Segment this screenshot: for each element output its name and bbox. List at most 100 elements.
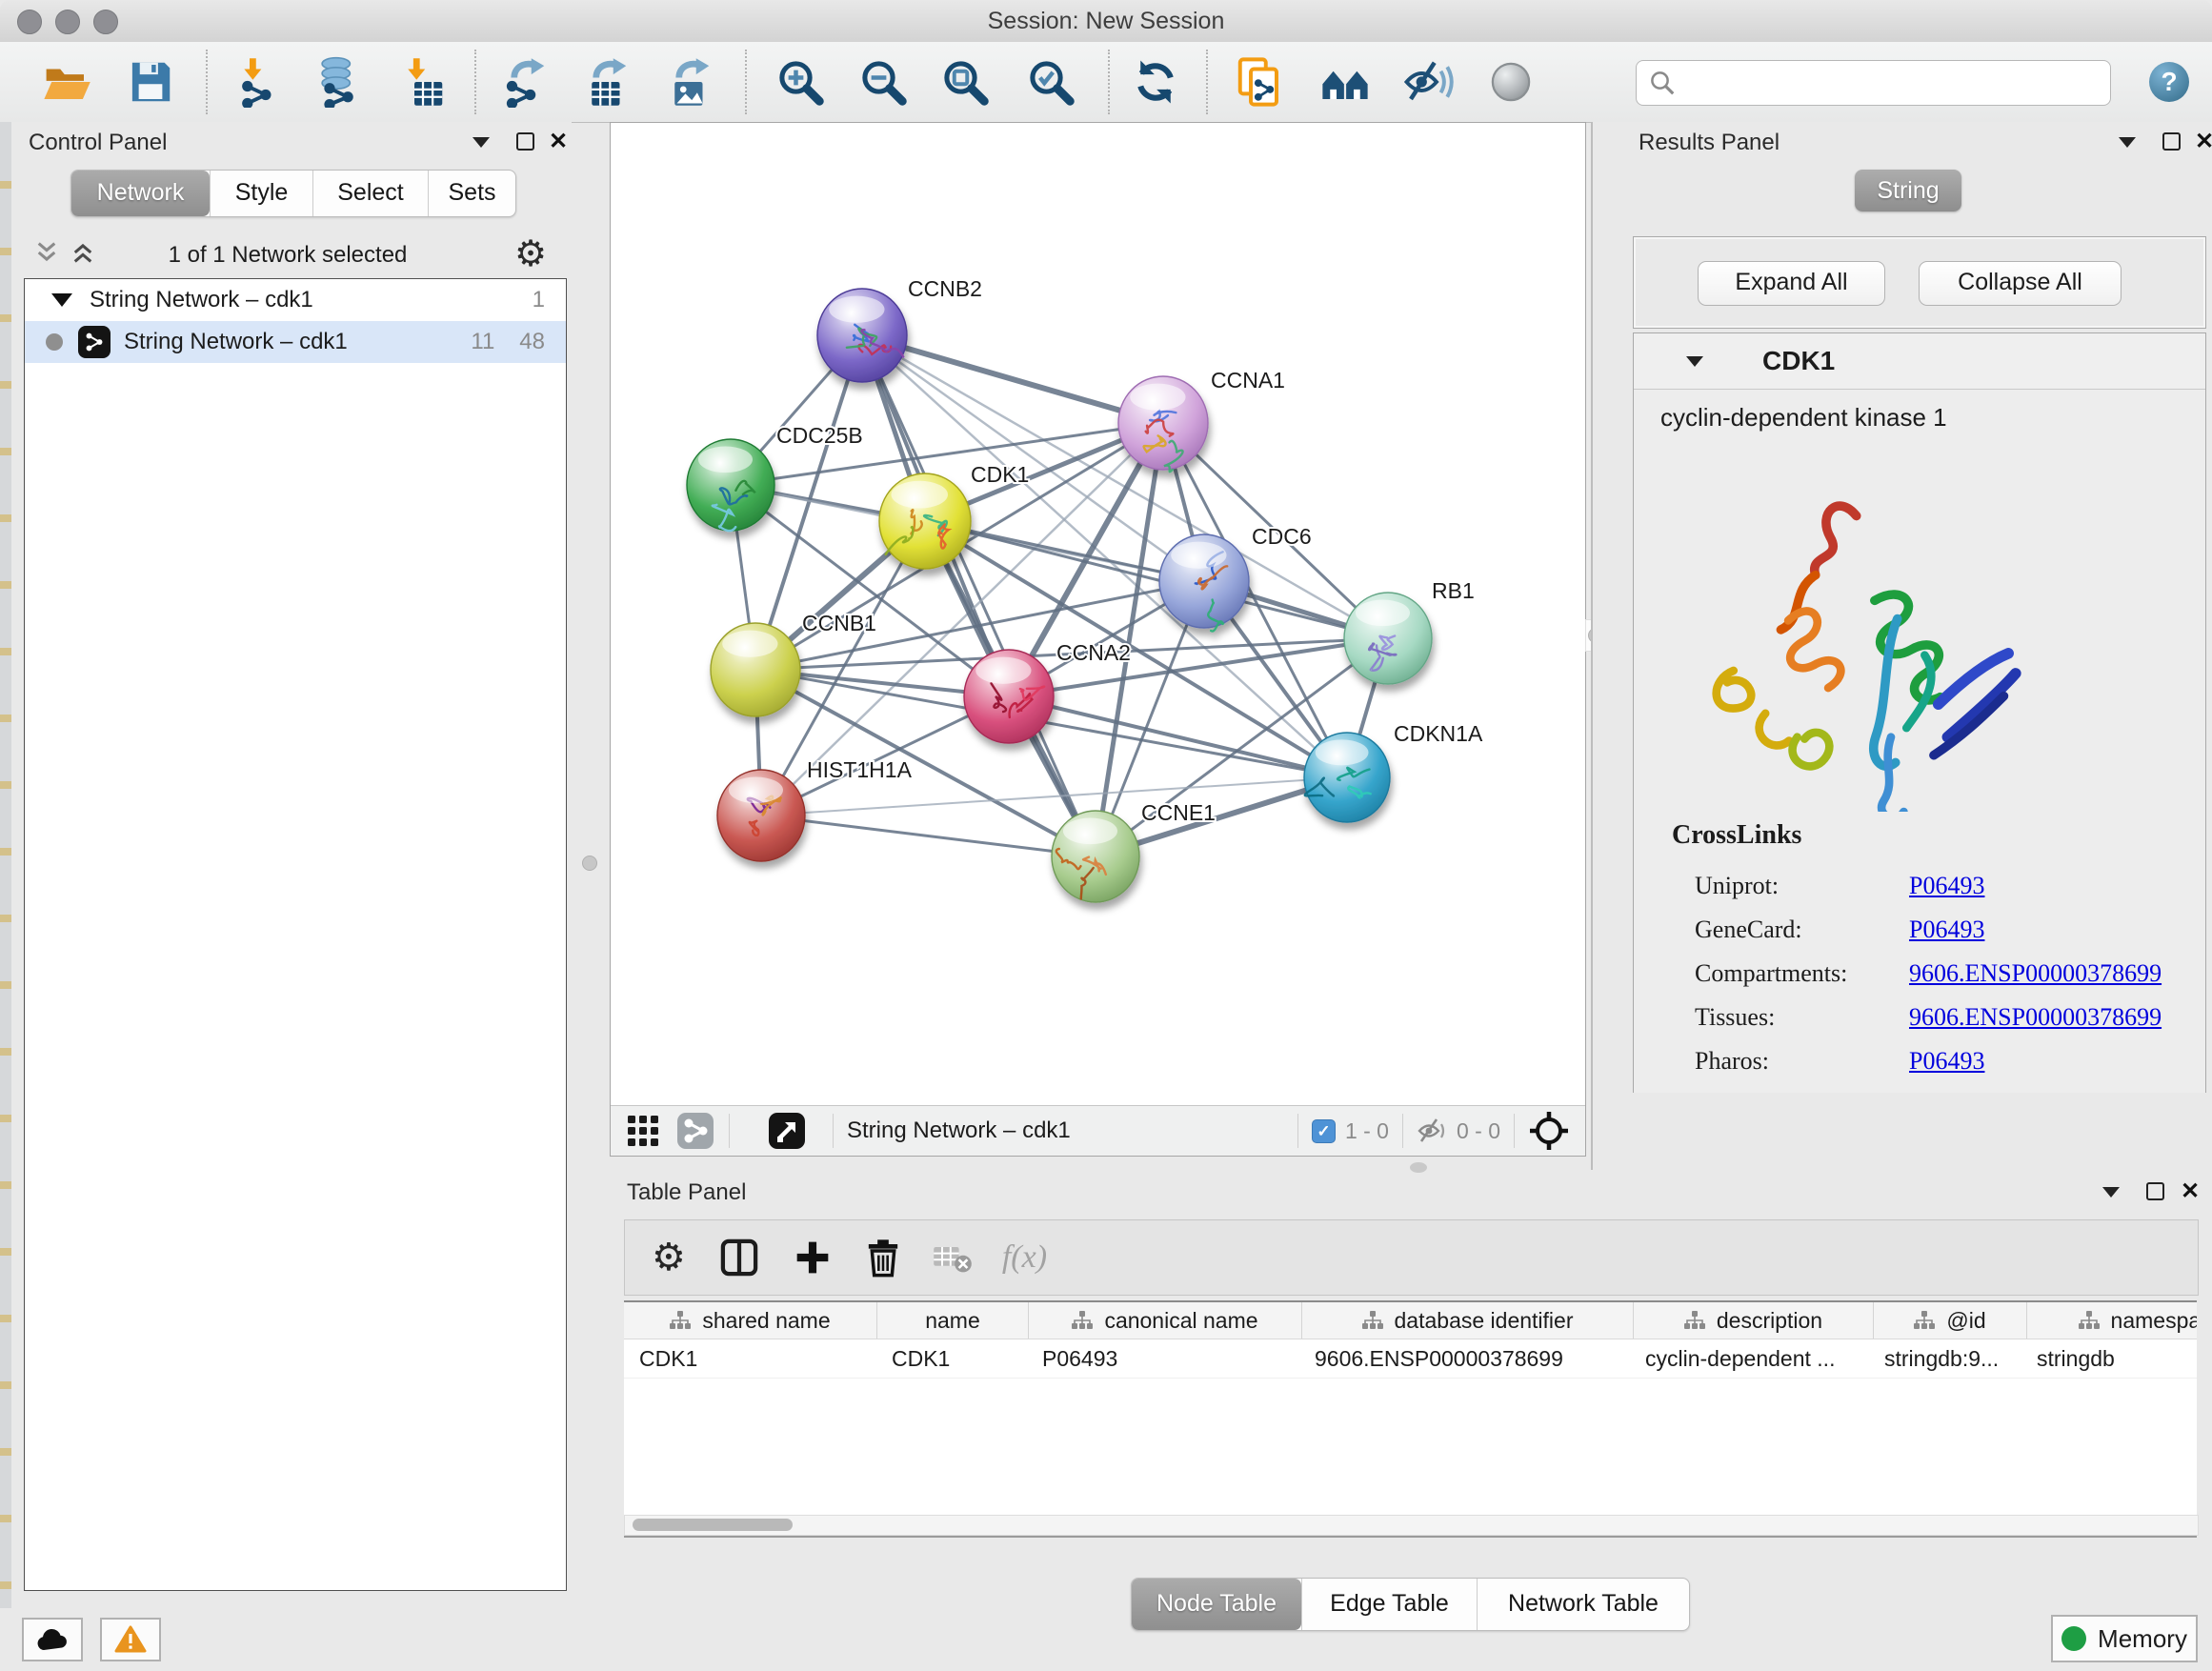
help-button[interactable]: ?	[2149, 62, 2189, 102]
panel-collapse-icon[interactable]	[2102, 1187, 2120, 1198]
zoom-selected-icon[interactable]	[1025, 56, 1076, 108]
table-cell[interactable]: CDK1	[624, 1339, 876, 1378]
tab-sets[interactable]: Sets	[428, 171, 515, 216]
search-input[interactable]	[1677, 63, 2110, 103]
network-node-CCNB1[interactable]	[711, 623, 800, 716]
table-cell[interactable]: CDK1	[876, 1339, 1027, 1378]
tab-edge-table[interactable]: Edge Table	[1301, 1579, 1477, 1630]
refresh-icon[interactable]	[1130, 56, 1181, 108]
show-columns-icon[interactable]	[718, 1237, 760, 1278]
crosslink-uniprot-link[interactable]: P06493	[1909, 872, 1984, 900]
table-cell[interactable]: cyclin-dependent ...	[1630, 1339, 1869, 1378]
table-cell[interactable]: P06493	[1027, 1339, 1299, 1378]
hidden-eye-icon[interactable]	[1417, 1117, 1449, 1145]
network-options-gear-icon[interactable]: ⚙	[514, 232, 547, 275]
network-node-CDC25B[interactable]	[687, 439, 774, 531]
protein-collapse-caret-icon[interactable]	[1686, 356, 1703, 367]
export-network-icon[interactable]	[499, 56, 551, 108]
collapse-all-networks-icon[interactable]	[34, 240, 59, 265]
panel-float-icon[interactable]	[2162, 132, 2181, 151]
clone-network-icon[interactable]	[1234, 56, 1285, 108]
expand-all-button[interactable]: Expand All	[1698, 261, 1885, 306]
string-home-icon[interactable]	[1319, 56, 1371, 108]
network-node-HIST1H1A[interactable]	[717, 770, 805, 861]
network-node-CCNB2[interactable]	[817, 289, 907, 382]
zoom-fit-icon[interactable]	[939, 56, 991, 108]
birds-eye-crosshair-icon[interactable]	[1528, 1110, 1570, 1152]
table-cell[interactable]: 9606.ENSP00000378699	[1299, 1339, 1630, 1378]
table-options-gear-icon[interactable]: ⚙	[652, 1236, 686, 1279]
network-node-CDK1[interactable]	[879, 473, 971, 569]
cloud-status-button[interactable]	[22, 1618, 83, 1661]
tab-select[interactable]: Select	[312, 171, 428, 216]
column-header-shared-name[interactable]: shared name	[624, 1302, 877, 1339]
panel-float-icon[interactable]	[2146, 1182, 2164, 1200]
protein-header-row[interactable]: CDK1	[1634, 333, 2205, 390]
table-cell[interactable]: stringdb:9...	[1869, 1339, 2021, 1378]
tab-string[interactable]: String	[1855, 170, 1961, 211]
network-node-RB1[interactable]	[1344, 593, 1432, 684]
crosslink-genecard-link[interactable]: P06493	[1909, 916, 1984, 944]
network-edge-HIST1H1A-CCNE1[interactable]	[761, 815, 1096, 856]
tab-node-table[interactable]: Node Table	[1132, 1579, 1301, 1630]
network-badge-icon[interactable]	[675, 1111, 715, 1151]
expand-all-networks-icon[interactable]	[70, 240, 95, 265]
function-builder-icon[interactable]: f(x)	[1002, 1239, 1047, 1276]
crosslink-pharos-link[interactable]: P06493	[1909, 1047, 1984, 1076]
tab-style[interactable]: Style	[210, 171, 312, 216]
delete-column-trash-icon[interactable]	[863, 1238, 903, 1278]
hide-glass-eye-icon[interactable]	[1402, 56, 1454, 108]
scrollbar-thumb[interactable]	[633, 1519, 793, 1531]
collapse-all-button[interactable]: Collapse All	[1919, 261, 2122, 306]
panel-float-icon[interactable]	[516, 132, 534, 151]
table-horizontal-scrollbar[interactable]	[624, 1515, 2199, 1536]
import-table-icon[interactable]	[397, 56, 449, 108]
export-image-icon[interactable]	[664, 56, 715, 108]
network-edge-CCNB2-CCNA1[interactable]	[862, 335, 1163, 423]
network-node-CCNA1[interactable]	[1118, 376, 1208, 472]
open-in-new-icon[interactable]	[768, 1112, 806, 1150]
column-header-@id[interactable]: @id	[1874, 1302, 2027, 1339]
panel-collapse-icon[interactable]	[473, 137, 490, 148]
memory-button[interactable]: Memory	[2051, 1615, 2198, 1662]
tab-network[interactable]: Network	[71, 171, 210, 216]
network-collection-row[interactable]: String Network – cdk1 1	[25, 279, 566, 321]
panel-collapse-icon[interactable]	[2119, 137, 2136, 148]
network-node-CCNA2[interactable]	[964, 650, 1054, 743]
warning-status-button[interactable]	[100, 1618, 161, 1661]
zoom-out-icon[interactable]	[857, 56, 909, 108]
horizontal-splitter-handle[interactable]	[1410, 1162, 1427, 1173]
import-network-icon[interactable]	[232, 56, 284, 108]
crosslink-compartments-link[interactable]: 9606.ENSP00000378699	[1909, 959, 2162, 988]
network-canvas[interactable]: CCNB2CCNA1CDC25BCDK1CDC6RB1CCNB1CCNA2CDK…	[611, 123, 1583, 1105]
tree-expand-caret-icon[interactable]	[51, 293, 72, 307]
column-header-name[interactable]: name	[877, 1302, 1029, 1339]
import-network-from-database-icon[interactable]	[312, 56, 364, 108]
column-header-description[interactable]: description	[1634, 1302, 1874, 1339]
table-cell[interactable]: stringdb	[2021, 1339, 2197, 1378]
network-node-CDC6[interactable]	[1159, 534, 1249, 632]
column-header-canonical-name[interactable]: canonical name	[1029, 1302, 1302, 1339]
panel-close-icon[interactable]: ✕	[549, 132, 568, 151]
crosslink-tissues-link[interactable]: 9606.ENSP00000378699	[1909, 1003, 2162, 1032]
network-edge-CDK1-RB1[interactable]	[925, 521, 1388, 638]
column-header-namespace[interactable]: namespace	[2027, 1302, 2197, 1339]
open-session-icon[interactable]	[41, 56, 92, 108]
column-header-database-identifier[interactable]: database identifier	[1302, 1302, 1634, 1339]
delete-table-icon[interactable]	[932, 1240, 974, 1275]
search-field[interactable]	[1636, 60, 2111, 106]
table-row[interactable]: CDK1CDK1P064939606.ENSP00000378699cyclin…	[624, 1339, 2197, 1379]
grid-view-icon[interactable]	[624, 1112, 662, 1150]
selected-checkbox-icon[interactable]: ✓	[1312, 1119, 1336, 1143]
panel-close-icon[interactable]: ✕	[2181, 1182, 2200, 1201]
left-splitter-handle[interactable]	[582, 856, 597, 871]
appearance-sphere-icon[interactable]	[1485, 56, 1537, 108]
export-table-icon[interactable]	[581, 56, 633, 108]
create-column-plus-icon[interactable]	[793, 1238, 833, 1278]
network-node-CCNE1[interactable]	[1052, 811, 1139, 902]
network-node-CDKN1A[interactable]	[1304, 733, 1390, 822]
tab-network-table[interactable]: Network Table	[1477, 1579, 1689, 1630]
save-session-icon[interactable]	[125, 56, 176, 108]
panel-close-icon[interactable]: ✕	[2195, 132, 2212, 151]
zoom-in-icon[interactable]	[774, 56, 826, 108]
